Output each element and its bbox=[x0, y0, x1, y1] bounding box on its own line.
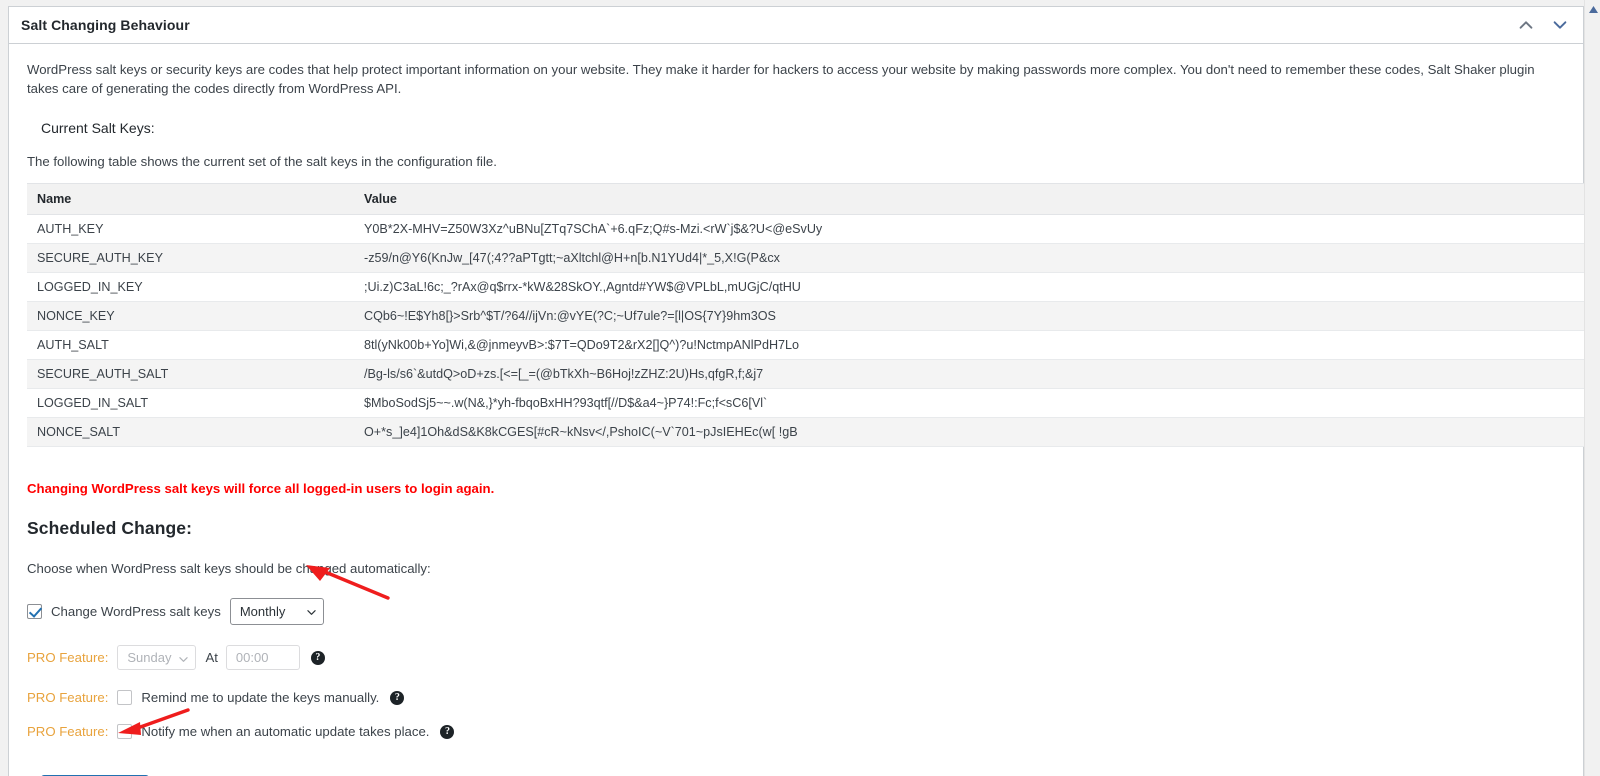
panel-header: Salt Changing Behaviour bbox=[9, 7, 1583, 44]
day-of-week-select: Sunday bbox=[117, 645, 197, 670]
column-header-value: Value bbox=[354, 183, 1589, 215]
table-row: LOGGED_IN_SALT $MboSodSj5~~.w(N&,}*yh-fbq… bbox=[27, 388, 1589, 418]
table-header-row: Name Value bbox=[27, 183, 1589, 215]
frequency-select-value: Monthly bbox=[239, 604, 286, 619]
time-input: 00:00 bbox=[225, 645, 300, 670]
chevron-down-icon[interactable] bbox=[1551, 16, 1569, 34]
panel-body: WordPress salt keys or security keys are… bbox=[9, 44, 1589, 776]
help-circle-icon[interactable]: ? bbox=[310, 650, 325, 665]
salt-key-value: -z59/n@Y6(KnJw_[47(;4??aPTgtt;~aXltchl@H… bbox=[354, 243, 1589, 273]
scroll-up-arrow-icon[interactable] bbox=[1585, 0, 1600, 18]
salt-key-name: LOGGED_IN_SALT bbox=[27, 388, 354, 418]
intro-paragraph: WordPress salt keys or security keys are… bbox=[27, 62, 1535, 96]
salt-key-value: Y0B*2X-MHV=Z50W3Xz^uBNu[ZTq7SChA`+6.qFz;… bbox=[354, 214, 1589, 244]
chevron-down-icon bbox=[179, 657, 189, 662]
salt-key-name: SECURE_AUTH_SALT bbox=[27, 359, 354, 389]
table-row: AUTH_KEY Y0B*2X-MHV=Z50W3Xz^uBNu[ZTq7SChA… bbox=[27, 214, 1589, 244]
at-label: At bbox=[205, 650, 218, 665]
pro-notify-row: PRO Feature: Notify me when an automatic… bbox=[27, 724, 1569, 739]
page-root: Salt Changing Behaviour WordPress salt k… bbox=[0, 0, 1600, 776]
table-row: LOGGED_IN_KEY ;Ui.z)C3aL!6c;_?rAx@q$rrx-*… bbox=[27, 272, 1589, 302]
table-row: NONCE_KEY CQb6~!E$Yh8[}>Srb^$T/?64//ijVn:… bbox=[27, 301, 1589, 331]
page-scrollbar[interactable] bbox=[1584, 0, 1600, 776]
salt-key-value: $MboSodSj5~~.w(N&,}*yh-fbqoBxHH?93qtf[//… bbox=[354, 388, 1589, 418]
salt-key-name: NONCE_KEY bbox=[27, 301, 354, 331]
current-salt-keys-heading: Current Salt Keys: bbox=[41, 120, 155, 136]
pro-schedule-day-row: PRO Feature: Sunday At 00:00 ? bbox=[27, 645, 1569, 670]
change-keys-row: Change WordPress salt keys Monthly bbox=[27, 598, 1569, 625]
table-intro-text: The following table shows the current se… bbox=[27, 154, 497, 169]
salt-key-value: CQb6~!E$Yh8[}>Srb^$T/?64//ijVn:@vYE(?C;~… bbox=[354, 301, 1589, 331]
notify-checkbox bbox=[117, 724, 133, 739]
pro-feature-label-notify: PRO Feature: bbox=[27, 724, 109, 739]
salt-key-name: AUTH_SALT bbox=[27, 330, 354, 360]
salt-key-name: AUTH_KEY bbox=[27, 214, 354, 244]
pro-feature-label-remind: PRO Feature: bbox=[27, 690, 109, 705]
salt-key-value: O+*s_]e4]1Oh&dS&K8kCGES[#cR~kNsv</,PshoI… bbox=[354, 417, 1589, 447]
salt-key-value: /Bg-ls/s6`&utdQ>oD+zs.[<=[_=(@bTkXh~B6Ho… bbox=[354, 359, 1589, 389]
choose-frequency-label: Choose when WordPress salt keys should b… bbox=[27, 561, 431, 576]
pro-feature-label-day: PRO Feature: bbox=[27, 650, 109, 665]
pro-remind-row: PRO Feature: Remind me to update the key… bbox=[27, 690, 1569, 705]
table-row: SECURE_AUTH_SALT/Bg-ls/s6`&utdQ>oD+zs.[<… bbox=[27, 359, 1589, 389]
chevron-up-icon[interactable] bbox=[1517, 16, 1535, 34]
salt-key-value: ;Ui.z)C3aL!6c;_?rAx@q$rrx-*kW&28SkOY.,Ag… bbox=[354, 272, 1589, 302]
table-row: SECURE_AUTH_KEY -z59/n@Y6(KnJw_[47(;4??aP… bbox=[27, 243, 1589, 273]
salt-key-value: 8tl(yNk00b+Yo]Wi,&@jnmeyvB>:$7T=QDo9T2&r… bbox=[354, 330, 1589, 360]
help-circle-icon[interactable]: ? bbox=[390, 690, 405, 705]
salt-keys-table: Name Value AUTH_KEY Y0B*2X-MHV=Z50W3Xz^uB… bbox=[27, 183, 1589, 447]
remind-checkbox bbox=[117, 690, 133, 705]
table-row: AUTH_SALT 8tl(yNk00b+Yo]Wi,&@jnmeyvB>:$7T… bbox=[27, 330, 1589, 360]
help-circle-icon[interactable]: ? bbox=[440, 724, 455, 739]
remind-label: Remind me to update the keys manually. bbox=[141, 690, 380, 705]
column-header-name: Name bbox=[27, 183, 354, 215]
panel-header-controls bbox=[1517, 16, 1573, 34]
scheduled-change-heading: Scheduled Change: bbox=[27, 518, 193, 538]
chevron-down-icon bbox=[307, 610, 316, 615]
change-salt-keys-label: Change WordPress salt keys bbox=[51, 604, 221, 619]
day-of-week-value: Sunday bbox=[127, 650, 172, 665]
salt-key-name: SECURE_AUTH_KEY bbox=[27, 243, 354, 273]
salt-key-name: LOGGED_IN_KEY bbox=[27, 272, 354, 302]
panel-title: Salt Changing Behaviour bbox=[21, 17, 190, 33]
salt-changing-behaviour-panel: Salt Changing Behaviour WordPress salt k… bbox=[8, 6, 1589, 776]
change-salt-keys-checkbox[interactable] bbox=[27, 604, 42, 619]
frequency-select[interactable]: Monthly bbox=[229, 598, 324, 625]
warning-text: Changing WordPress salt keys will force … bbox=[27, 481, 495, 496]
salt-key-name: NONCE_SALT bbox=[27, 417, 354, 447]
table-row: NONCE_SALT O+*s_]e4]1Oh&dS&K8kCGES[#cR~kN… bbox=[27, 417, 1589, 447]
notify-label: Notify me when an automatic update takes… bbox=[141, 724, 430, 739]
